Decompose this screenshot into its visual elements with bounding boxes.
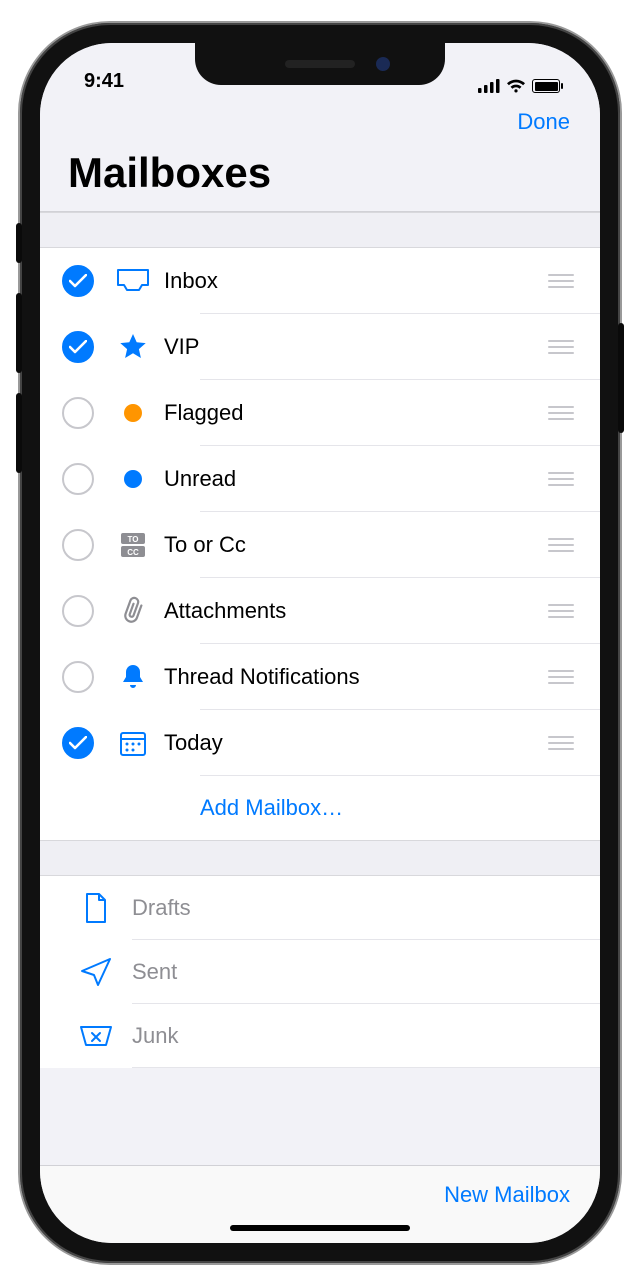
cellular-icon: [478, 79, 500, 93]
checkbox-checked-icon[interactable]: [62, 727, 94, 759]
home-indicator[interactable]: [230, 1225, 410, 1231]
flag-dot-orange-icon: [108, 403, 158, 423]
checkbox-unchecked-icon[interactable]: [62, 529, 94, 561]
mailbox-list: Inbox VIP: [40, 248, 600, 840]
mailbox-label: Today: [158, 730, 548, 756]
mailbox-row-unread[interactable]: Unread: [40, 446, 600, 512]
checkbox-unchecked-icon[interactable]: [62, 595, 94, 627]
page-title: Mailboxes: [64, 149, 576, 211]
new-mailbox-button[interactable]: New Mailbox: [444, 1182, 570, 1208]
reorder-handle-icon[interactable]: [548, 340, 574, 354]
reorder-handle-icon[interactable]: [548, 472, 574, 486]
battery-icon: [532, 79, 560, 93]
to-cc-icon: TO CC: [108, 530, 158, 560]
mailbox-row-attachments[interactable]: Attachments: [40, 578, 600, 644]
mailbox-label: Thread Notifications: [158, 664, 548, 690]
volume-up-button: [16, 293, 22, 373]
mailbox-row-thread-notifications[interactable]: Thread Notifications: [40, 644, 600, 710]
front-camera: [376, 57, 390, 71]
account-row-junk[interactable]: Junk: [40, 1004, 600, 1068]
reorder-handle-icon[interactable]: [548, 538, 574, 552]
section-gap-top: [40, 212, 600, 248]
account-row-drafts[interactable]: Drafts: [40, 876, 600, 940]
bell-icon: [108, 662, 158, 692]
notch: [195, 43, 445, 85]
phone-screen: 9:41 Done Mailboxes: [40, 43, 600, 1243]
calendar-icon: [108, 728, 158, 758]
account-mailbox-list: Drafts Sent Junk: [40, 876, 600, 1068]
mailbox-label: VIP: [158, 334, 548, 360]
mailbox-label: Unread: [158, 466, 548, 492]
section-gap-mid: [40, 840, 600, 876]
unread-dot-blue-icon: [108, 469, 158, 489]
done-button[interactable]: Done: [517, 109, 570, 135]
add-mailbox-row[interactable]: Add Mailbox…: [40, 776, 600, 840]
account-row-sent[interactable]: Sent: [40, 940, 600, 1004]
status-time: 9:41: [70, 70, 124, 93]
power-button: [618, 323, 624, 433]
star-icon: [108, 332, 158, 362]
reorder-handle-icon[interactable]: [548, 670, 574, 684]
mailbox-row-vip[interactable]: VIP: [40, 314, 600, 380]
mailbox-label: Attachments: [158, 598, 548, 624]
reorder-handle-icon[interactable]: [548, 274, 574, 288]
bottom-toolbar: New Mailbox: [40, 1165, 600, 1243]
mailbox-row-flagged[interactable]: Flagged: [40, 380, 600, 446]
nav-header: Done Mailboxes: [40, 99, 600, 211]
reorder-handle-icon[interactable]: [548, 406, 574, 420]
account-row-label: Sent: [118, 959, 600, 985]
speaker-grill: [285, 60, 355, 68]
paperclip-icon: [108, 595, 158, 627]
reorder-handle-icon[interactable]: [548, 736, 574, 750]
checkbox-unchecked-icon[interactable]: [62, 463, 94, 495]
mailbox-row-inbox[interactable]: Inbox: [40, 248, 600, 314]
reorder-handle-icon[interactable]: [548, 604, 574, 618]
volume-down-button: [16, 393, 22, 473]
inbox-icon: [108, 268, 158, 294]
checkbox-unchecked-icon[interactable]: [62, 661, 94, 693]
phone-frame: 9:41 Done Mailboxes: [20, 23, 620, 1263]
svg-text:TO: TO: [128, 535, 139, 544]
checkbox-unchecked-icon[interactable]: [62, 397, 94, 429]
mailbox-row-today[interactable]: Today: [40, 710, 600, 776]
mailbox-label: Inbox: [158, 268, 548, 294]
account-row-label: Drafts: [118, 895, 600, 921]
checkbox-checked-icon[interactable]: [62, 265, 94, 297]
wifi-icon: [506, 79, 526, 93]
add-mailbox-label: Add Mailbox…: [200, 795, 600, 821]
svg-text:CC: CC: [127, 548, 139, 557]
account-row-label: Junk: [118, 1023, 600, 1049]
mailbox-row-to-cc[interactable]: TO CC To or Cc: [40, 512, 600, 578]
mailbox-label: To or Cc: [158, 532, 548, 558]
document-icon: [74, 892, 118, 924]
checkbox-checked-icon[interactable]: [62, 331, 94, 363]
mute-switch: [16, 223, 22, 263]
mailbox-label: Flagged: [158, 400, 548, 426]
status-icons: [478, 79, 570, 93]
paperplane-icon: [74, 957, 118, 987]
junk-icon: [74, 1023, 118, 1049]
